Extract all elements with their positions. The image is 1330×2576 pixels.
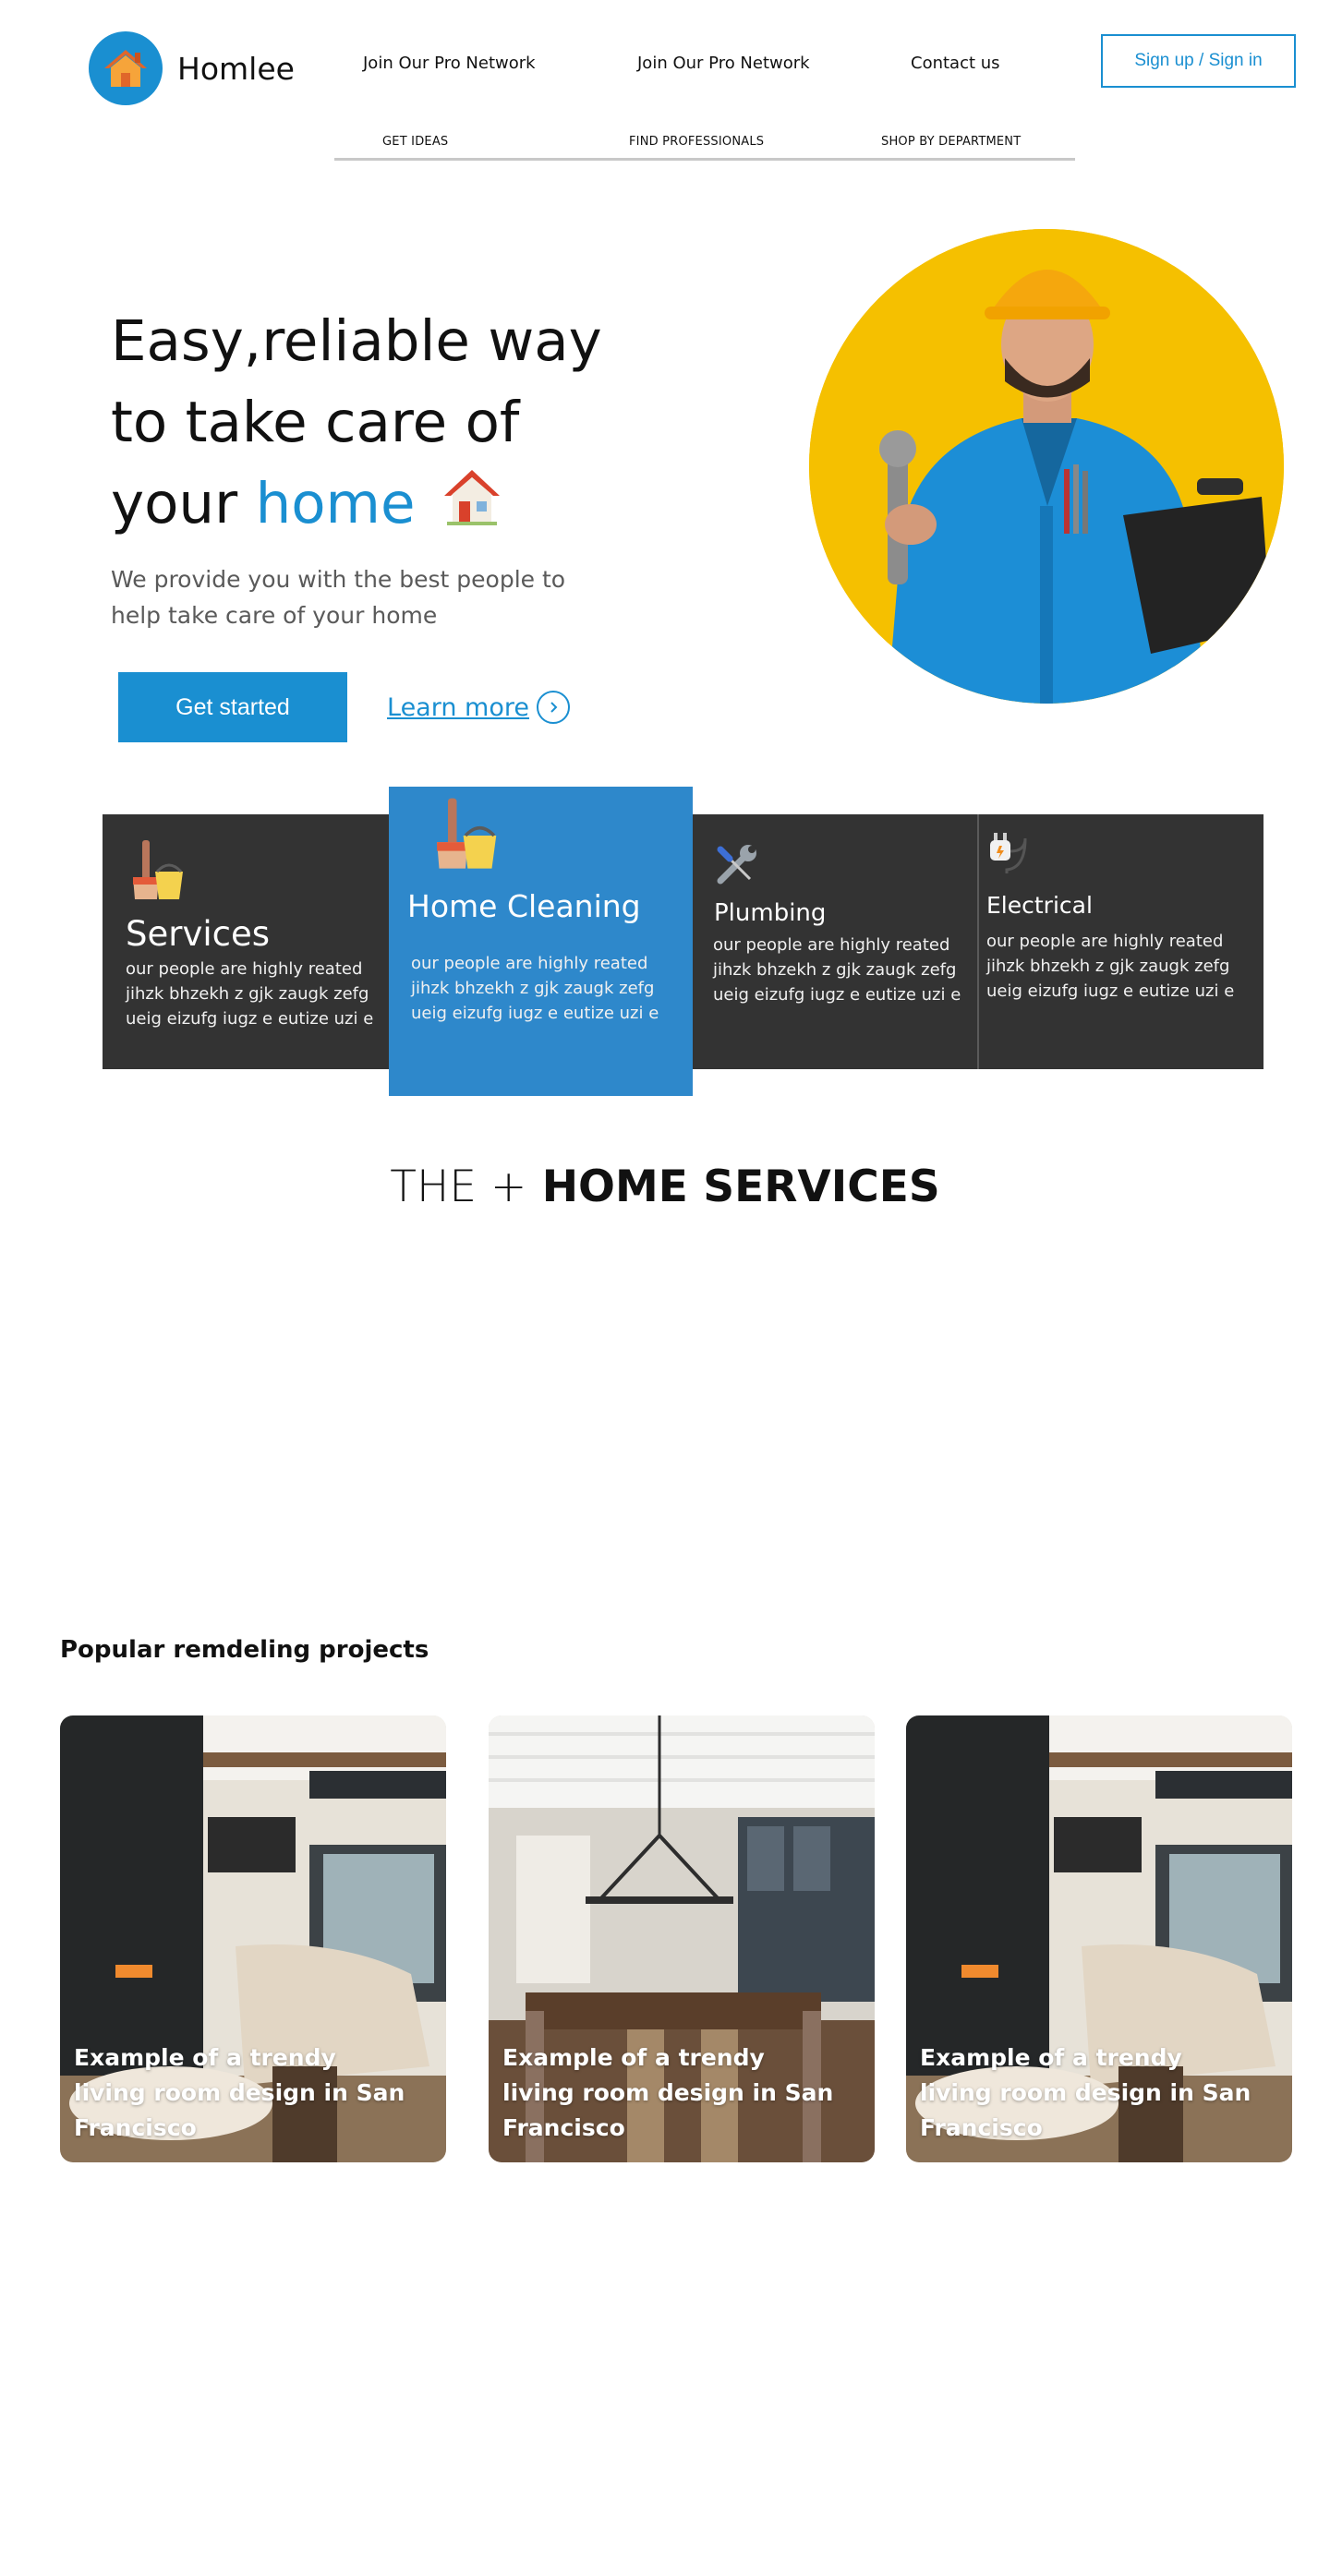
house-emoji-icon: [442, 466, 502, 548]
get-started-button[interactable]: Get started: [118, 672, 347, 742]
broom-bucket-icon: [127, 840, 187, 907]
brand-name: Homlee: [177, 50, 295, 87]
hero-title-line2: to take care of: [111, 390, 520, 455]
project-card-2[interactable]: Example of a trendy living room design i…: [489, 1715, 875, 2162]
learn-more-label: Learn more: [387, 692, 529, 722]
wrench-screwdriver-icon: [713, 842, 759, 892]
nav-join-pro-network[interactable]: Join Our Pro Network: [363, 54, 536, 73]
popular-projects-heading: Popular remdeling projects: [60, 1636, 429, 1664]
worker-photo: [809, 229, 1284, 704]
service-text-services: our people are highly reated jihzk bhzek…: [126, 959, 374, 1029]
project-caption: Example of a trendy living room design i…: [502, 2044, 834, 2141]
house-icon: [89, 31, 163, 105]
service-text-electrical: our people are highly reated jihzk bhzek…: [986, 932, 1235, 1001]
service-title-electrical: Electrical: [986, 892, 1093, 919]
signin-button[interactable]: Sign up / Sign in: [1101, 34, 1296, 88]
project-card-1[interactable]: Example of a trendy living room design i…: [60, 1715, 446, 2162]
subnav-shop-by-department[interactable]: SHOP BY DEPARTMENT: [881, 135, 1021, 149]
section-title-main: HOME SERVICES: [541, 1162, 940, 1212]
hero-title-line1: Easy,reliable way: [111, 308, 602, 374]
section-title: THE + HOME SERVICES: [0, 1162, 1330, 1212]
plug-icon: [988, 831, 1029, 879]
hero-title: Easy,reliable way to take care of your h…: [111, 301, 683, 548]
project-caption: Example of a trendy living room design i…: [74, 2044, 405, 2141]
hero-subtitle: We provide you with the best people to h…: [111, 566, 566, 629]
service-text-home-cleaning: our people are highly reated jihzk bhzek…: [411, 954, 659, 1023]
nav-contact-us[interactable]: Contact us: [911, 54, 1000, 73]
subnav-find-professionals[interactable]: FIND PROFESSIONALS: [629, 135, 764, 149]
hero-title-line3: your: [111, 471, 238, 536]
section-title-prefix: THE +: [390, 1162, 527, 1212]
service-title-plumbing: Plumbing: [714, 899, 827, 927]
subnav-get-ideas[interactable]: GET IDEAS: [382, 135, 448, 149]
service-card-plumbing[interactable]: Plumbing our people are highly reated ji…: [693, 814, 979, 1069]
service-card-home-cleaning[interactable]: Home Cleaning our people are highly reat…: [389, 787, 693, 1096]
brand-logo[interactable]: Homlee: [89, 31, 295, 105]
project-caption: Example of a trendy living room design i…: [920, 2044, 1251, 2141]
broom-bucket-icon: [430, 798, 501, 877]
learn-more-link[interactable]: Learn more: [387, 691, 570, 724]
service-title-services: Services: [126, 914, 271, 954]
service-card-services[interactable]: Services our people are highly reated ji…: [103, 814, 389, 1069]
service-title-home-cleaning: Home Cleaning: [407, 888, 641, 924]
nav-join-pro-network-2[interactable]: Join Our Pro Network: [637, 54, 810, 73]
project-card-3[interactable]: Example of a trendy living room design i…: [906, 1715, 1292, 2162]
service-text-plumbing: our people are highly reated jihzk bhzek…: [713, 935, 961, 1005]
hero-title-accent: home: [255, 471, 416, 536]
sub-navigation: GET IDEAS FIND PROFESSIONALS SHOP BY DEP…: [334, 133, 1075, 161]
service-card-electrical[interactable]: Electrical our people are highly reated …: [979, 814, 1264, 1069]
chevron-right-circle-icon: [536, 691, 570, 724]
